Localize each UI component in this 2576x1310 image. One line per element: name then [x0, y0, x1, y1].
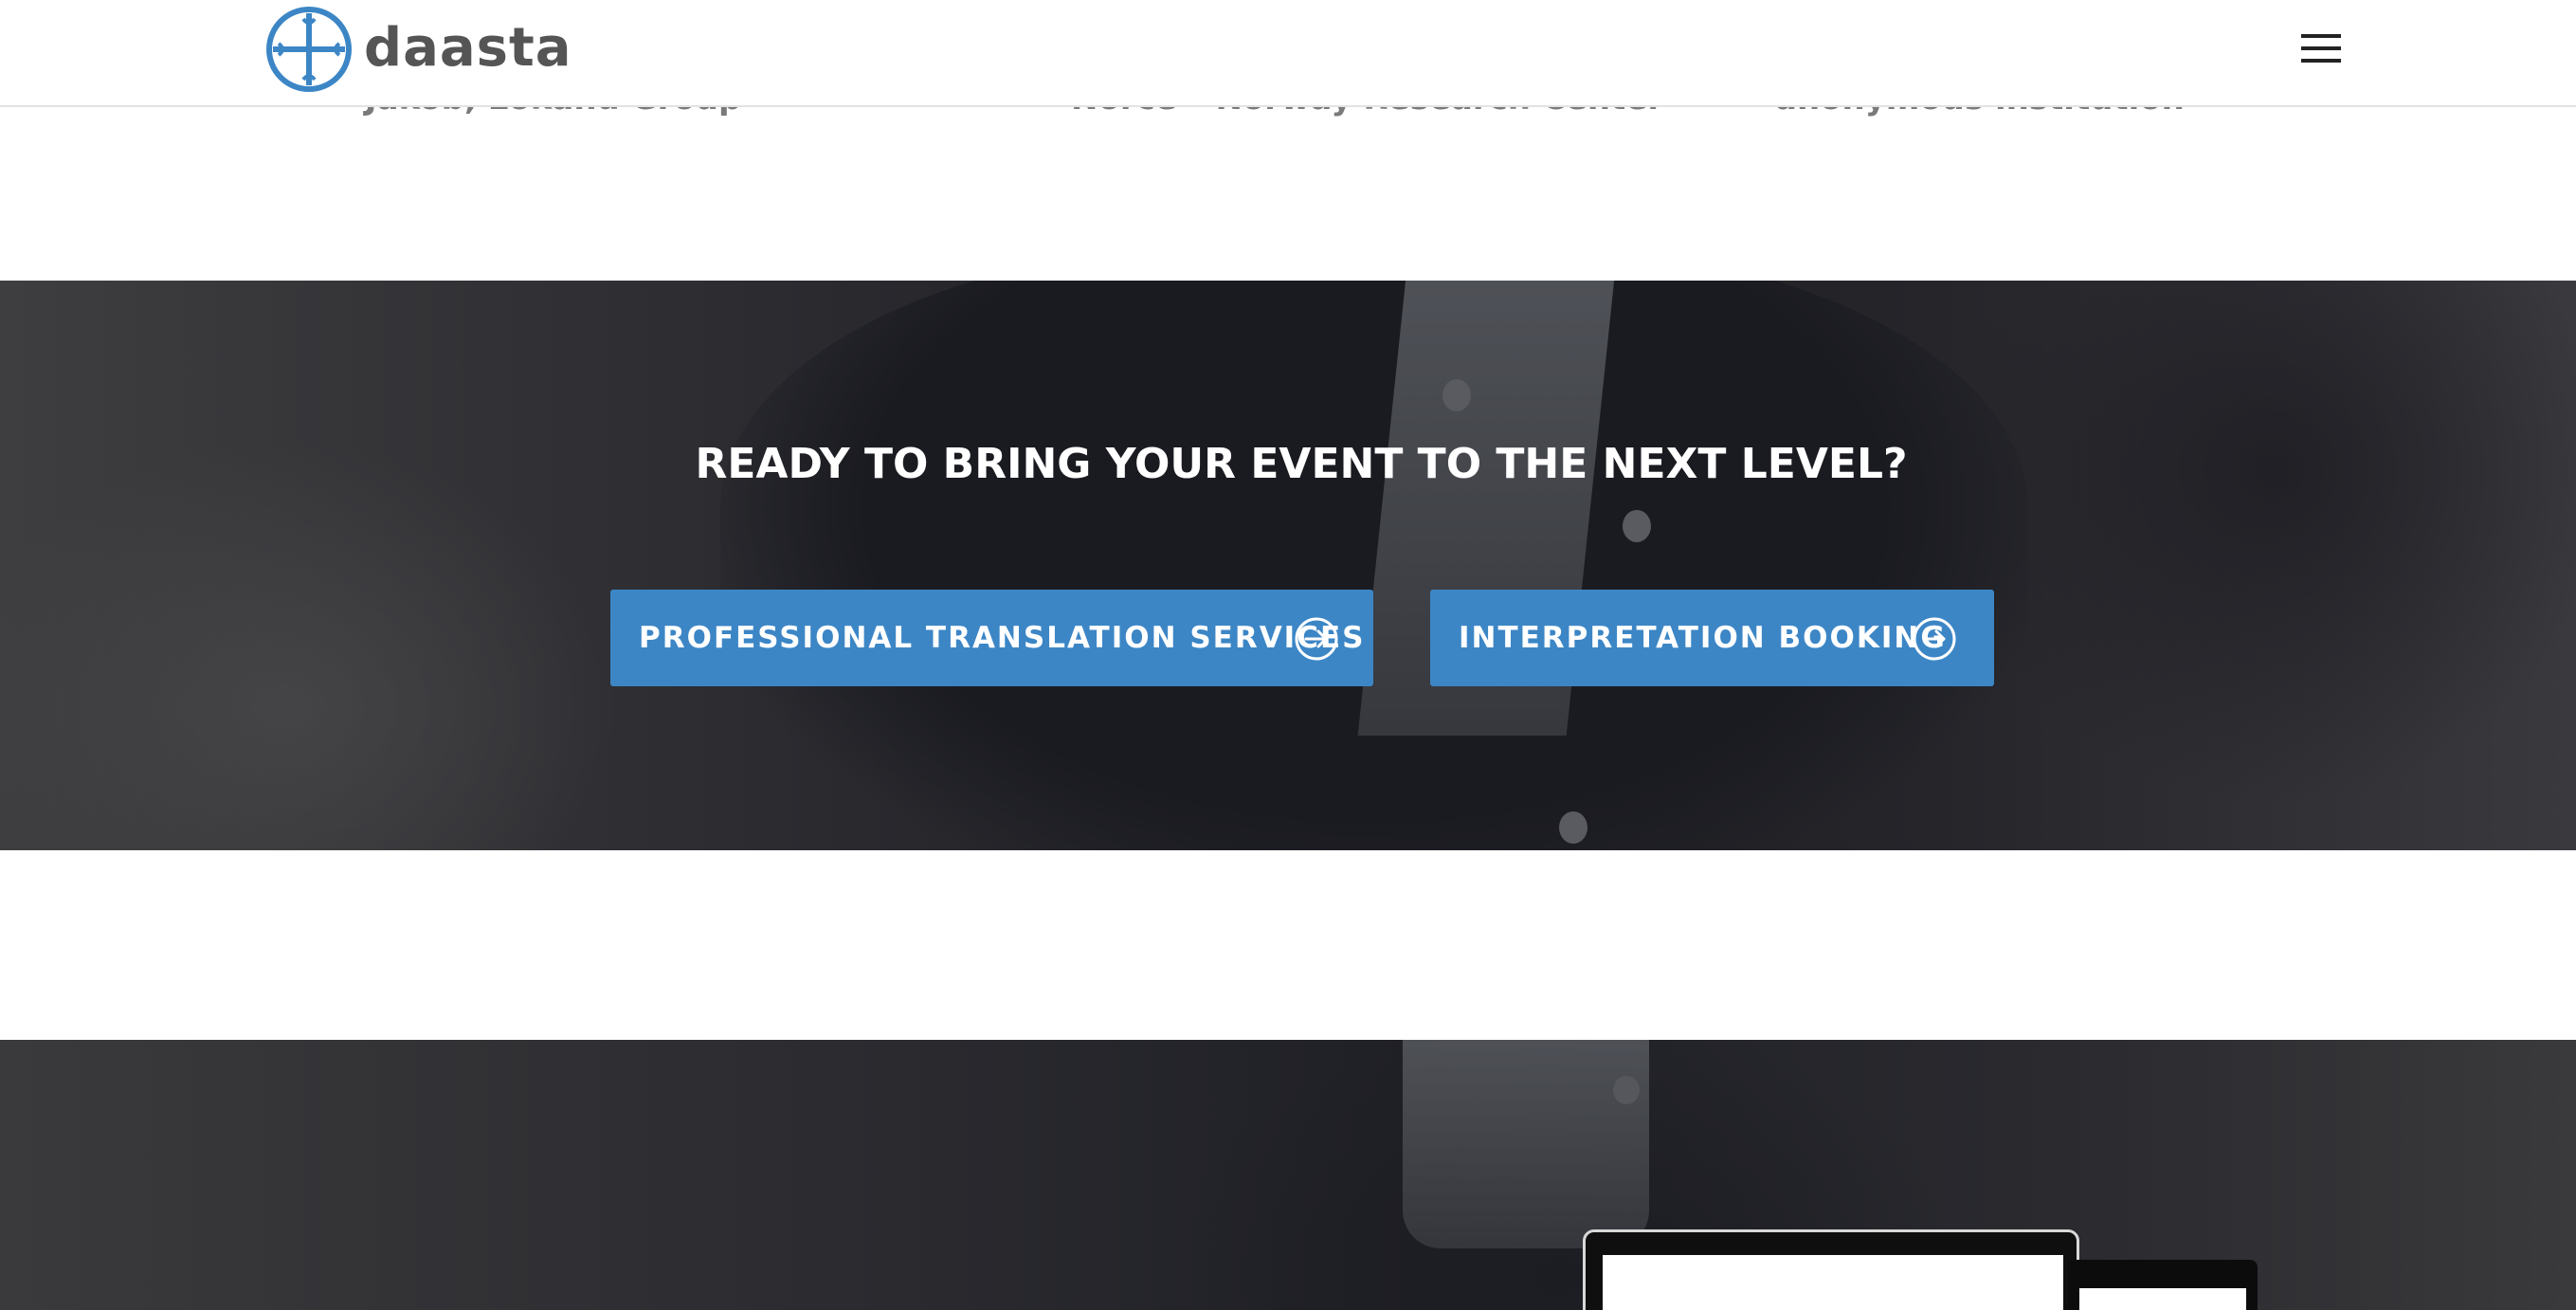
logo-text: daasta — [364, 16, 572, 79]
tablet-mockup — [2068, 1260, 2258, 1310]
background-shirt-button — [1442, 379, 1471, 411]
hamburger-menu-icon[interactable] — [2301, 34, 2341, 66]
professional-translation-services-button[interactable]: PROFESSIONAL TRANSLATION SERVICES — [610, 590, 1373, 686]
cta-heading: READY TO BRING YOUR EVENT TO THE NEXT LE… — [695, 440, 1908, 488]
laptop-screen — [1603, 1255, 2063, 1310]
laptop-mockup — [1583, 1229, 2079, 1310]
background-person-silhouette — [720, 281, 2028, 850]
background-shirt-button — [1623, 510, 1651, 542]
cta-section: READY TO BRING YOUR EVENT TO THE NEXT LE… — [0, 281, 2576, 850]
site-header: daasta — [0, 0, 2576, 107]
devices-section — [0, 1040, 2576, 1310]
arrow-right-circle-icon — [1913, 617, 1956, 661]
button-label: PROFESSIONAL TRANSLATION SERVICES — [639, 621, 1366, 655]
section-spacer — [0, 850, 2576, 1040]
background-shirt-button — [1613, 1076, 1640, 1104]
daasta-logo-icon — [266, 7, 352, 92]
logo-link[interactable]: daasta — [265, 6, 572, 93]
arrow-right-circle-icon — [1295, 617, 1338, 661]
interpretation-booking-button[interactable]: INTERPRETATION BOOKING — [1430, 590, 1994, 686]
background-shirt-button — [1559, 811, 1587, 844]
button-label: INTERPRETATION BOOKING — [1459, 621, 1947, 655]
tablet-screen — [2079, 1288, 2246, 1310]
background-shirt-collar — [1403, 1040, 1649, 1248]
